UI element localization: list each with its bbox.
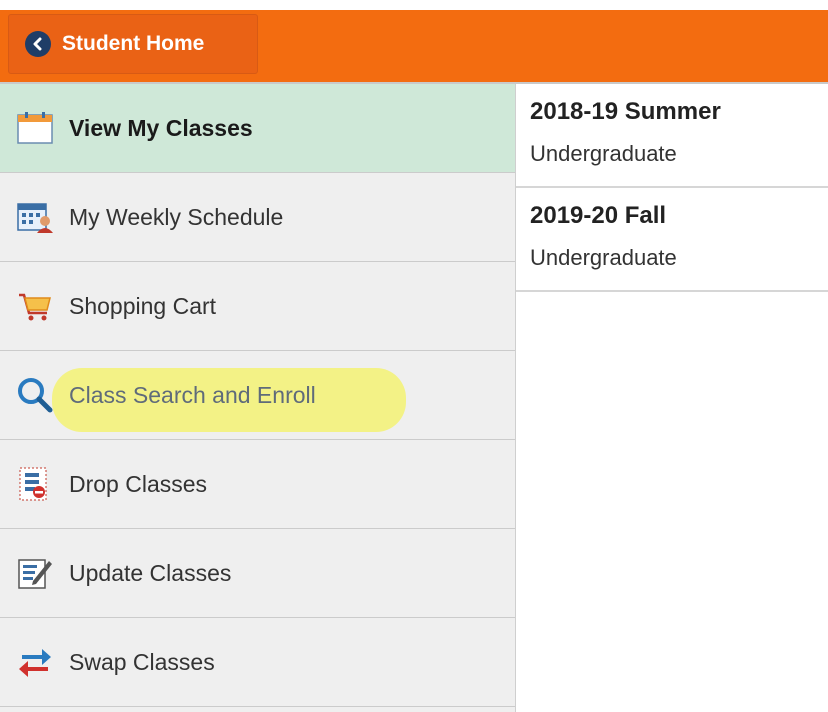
sidebar-item-update-classes[interactable]: Update Classes <box>0 529 515 618</box>
sidebar-item-label: My Weekly Schedule <box>69 203 284 230</box>
sidebar-item-label: Swap Classes <box>69 648 215 675</box>
term-item[interactable]: 2019-20 Fall Undergraduate <box>516 188 828 292</box>
search-icon <box>15 375 55 415</box>
sidebar-item-shopping-cart[interactable]: Shopping Cart <box>0 262 515 351</box>
drop-classes-icon <box>15 464 55 504</box>
student-home-label: Student Home <box>62 32 205 55</box>
sidebar-item-swap-classes[interactable]: Swap Classes <box>0 618 515 707</box>
term-item[interactable]: 2018-19 Summer Undergraduate <box>516 84 828 188</box>
term-career: Undergraduate <box>530 245 677 270</box>
shopping-cart-icon <box>15 286 55 326</box>
sidebar-item-label: Class Search and Enroll <box>69 381 316 408</box>
student-home-button[interactable]: Student Home <box>8 14 258 74</box>
sidebar-item-label: View My Classes <box>69 114 253 141</box>
edit-icon <box>15 553 55 593</box>
sidebar-item-drop-classes[interactable]: Drop Classes <box>0 440 515 529</box>
term-list: 2018-19 Summer Undergraduate 2019-20 Fal… <box>516 84 828 712</box>
sidebar-nav: View My Classes My Weekly Schedule Shopp… <box>0 84 516 712</box>
sidebar-item-class-search-and-enroll[interactable]: Class Search and Enroll <box>0 351 515 440</box>
sidebar-item-view-my-classes[interactable]: View My Classes <box>0 84 515 173</box>
term-career: Undergraduate <box>530 141 677 166</box>
sidebar-item-label: Shopping Cart <box>69 292 217 319</box>
header-top-strip <box>0 0 828 10</box>
sidebar-item-label: Drop Classes <box>69 470 208 497</box>
sidebar-item-label: Update Classes <box>69 559 232 586</box>
weekly-schedule-icon <box>15 197 55 237</box>
header-bar: Student Home <box>0 0 828 84</box>
term-name: 2019-20 Fall <box>530 202 667 229</box>
term-name: 2018-19 Summer <box>530 98 721 125</box>
calendar-icon <box>15 108 55 148</box>
sidebar-item-my-weekly-schedule[interactable]: My Weekly Schedule <box>0 173 515 262</box>
back-arrow-icon <box>25 31 51 57</box>
swap-icon <box>15 642 55 682</box>
